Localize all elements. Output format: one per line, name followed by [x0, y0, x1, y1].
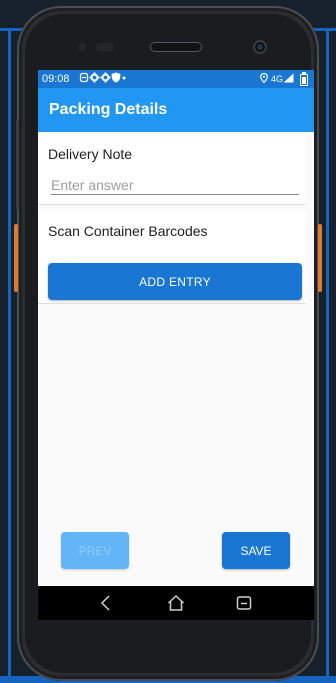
earpiece-speaker	[150, 42, 202, 52]
proximity-sensor	[78, 43, 86, 51]
status-time: 09:08	[42, 73, 70, 85]
status-bar: 09:08 4G	[38, 70, 314, 88]
dot-icon	[122, 76, 126, 80]
background-frame-right	[326, 28, 329, 683]
add-entry-button[interactable]: ADD ENTRY	[48, 263, 302, 300]
save-button[interactable]: SAVE	[222, 532, 290, 569]
phone-volume-button	[16, 120, 19, 210]
battery-icon	[300, 72, 308, 86]
page-title: Packing Details	[49, 101, 168, 118]
prev-button[interactable]: PREV	[61, 532, 129, 569]
phone-scan-button-left	[14, 224, 18, 292]
location-icon	[260, 72, 269, 84]
question-card-scan-barcodes: Scan Container Barcodes ADD ENTRY	[38, 211, 306, 304]
phone-scan-button-right	[318, 224, 322, 292]
phone-screen: 09:08 4G Packing Details Delivery Note S…	[38, 70, 314, 620]
scan-barcodes-label: Scan Container Barcodes	[48, 223, 208, 239]
signal-icon	[283, 73, 294, 83]
shield-icon	[111, 72, 121, 83]
back-icon[interactable]	[96, 594, 116, 612]
light-sensor	[96, 43, 114, 51]
question-card-delivery-note: Delivery Note	[38, 134, 306, 205]
delivery-note-label: Delivery Note	[48, 146, 133, 162]
delivery-note-input[interactable]	[51, 175, 299, 195]
status-notification-icons	[79, 72, 127, 85]
background-frame-left	[8, 28, 11, 683]
status-connectivity: 4G	[260, 72, 294, 84]
gear-icon	[89, 72, 100, 83]
front-camera-icon	[253, 40, 267, 54]
recents-icon[interactable]	[234, 594, 254, 612]
app-bar: Packing Details	[38, 88, 314, 132]
home-icon[interactable]	[166, 594, 186, 612]
network-type: 4G	[270, 74, 283, 84]
gear-icon	[100, 72, 111, 83]
system-nav-bar	[38, 586, 314, 620]
sync-icon	[79, 72, 89, 83]
